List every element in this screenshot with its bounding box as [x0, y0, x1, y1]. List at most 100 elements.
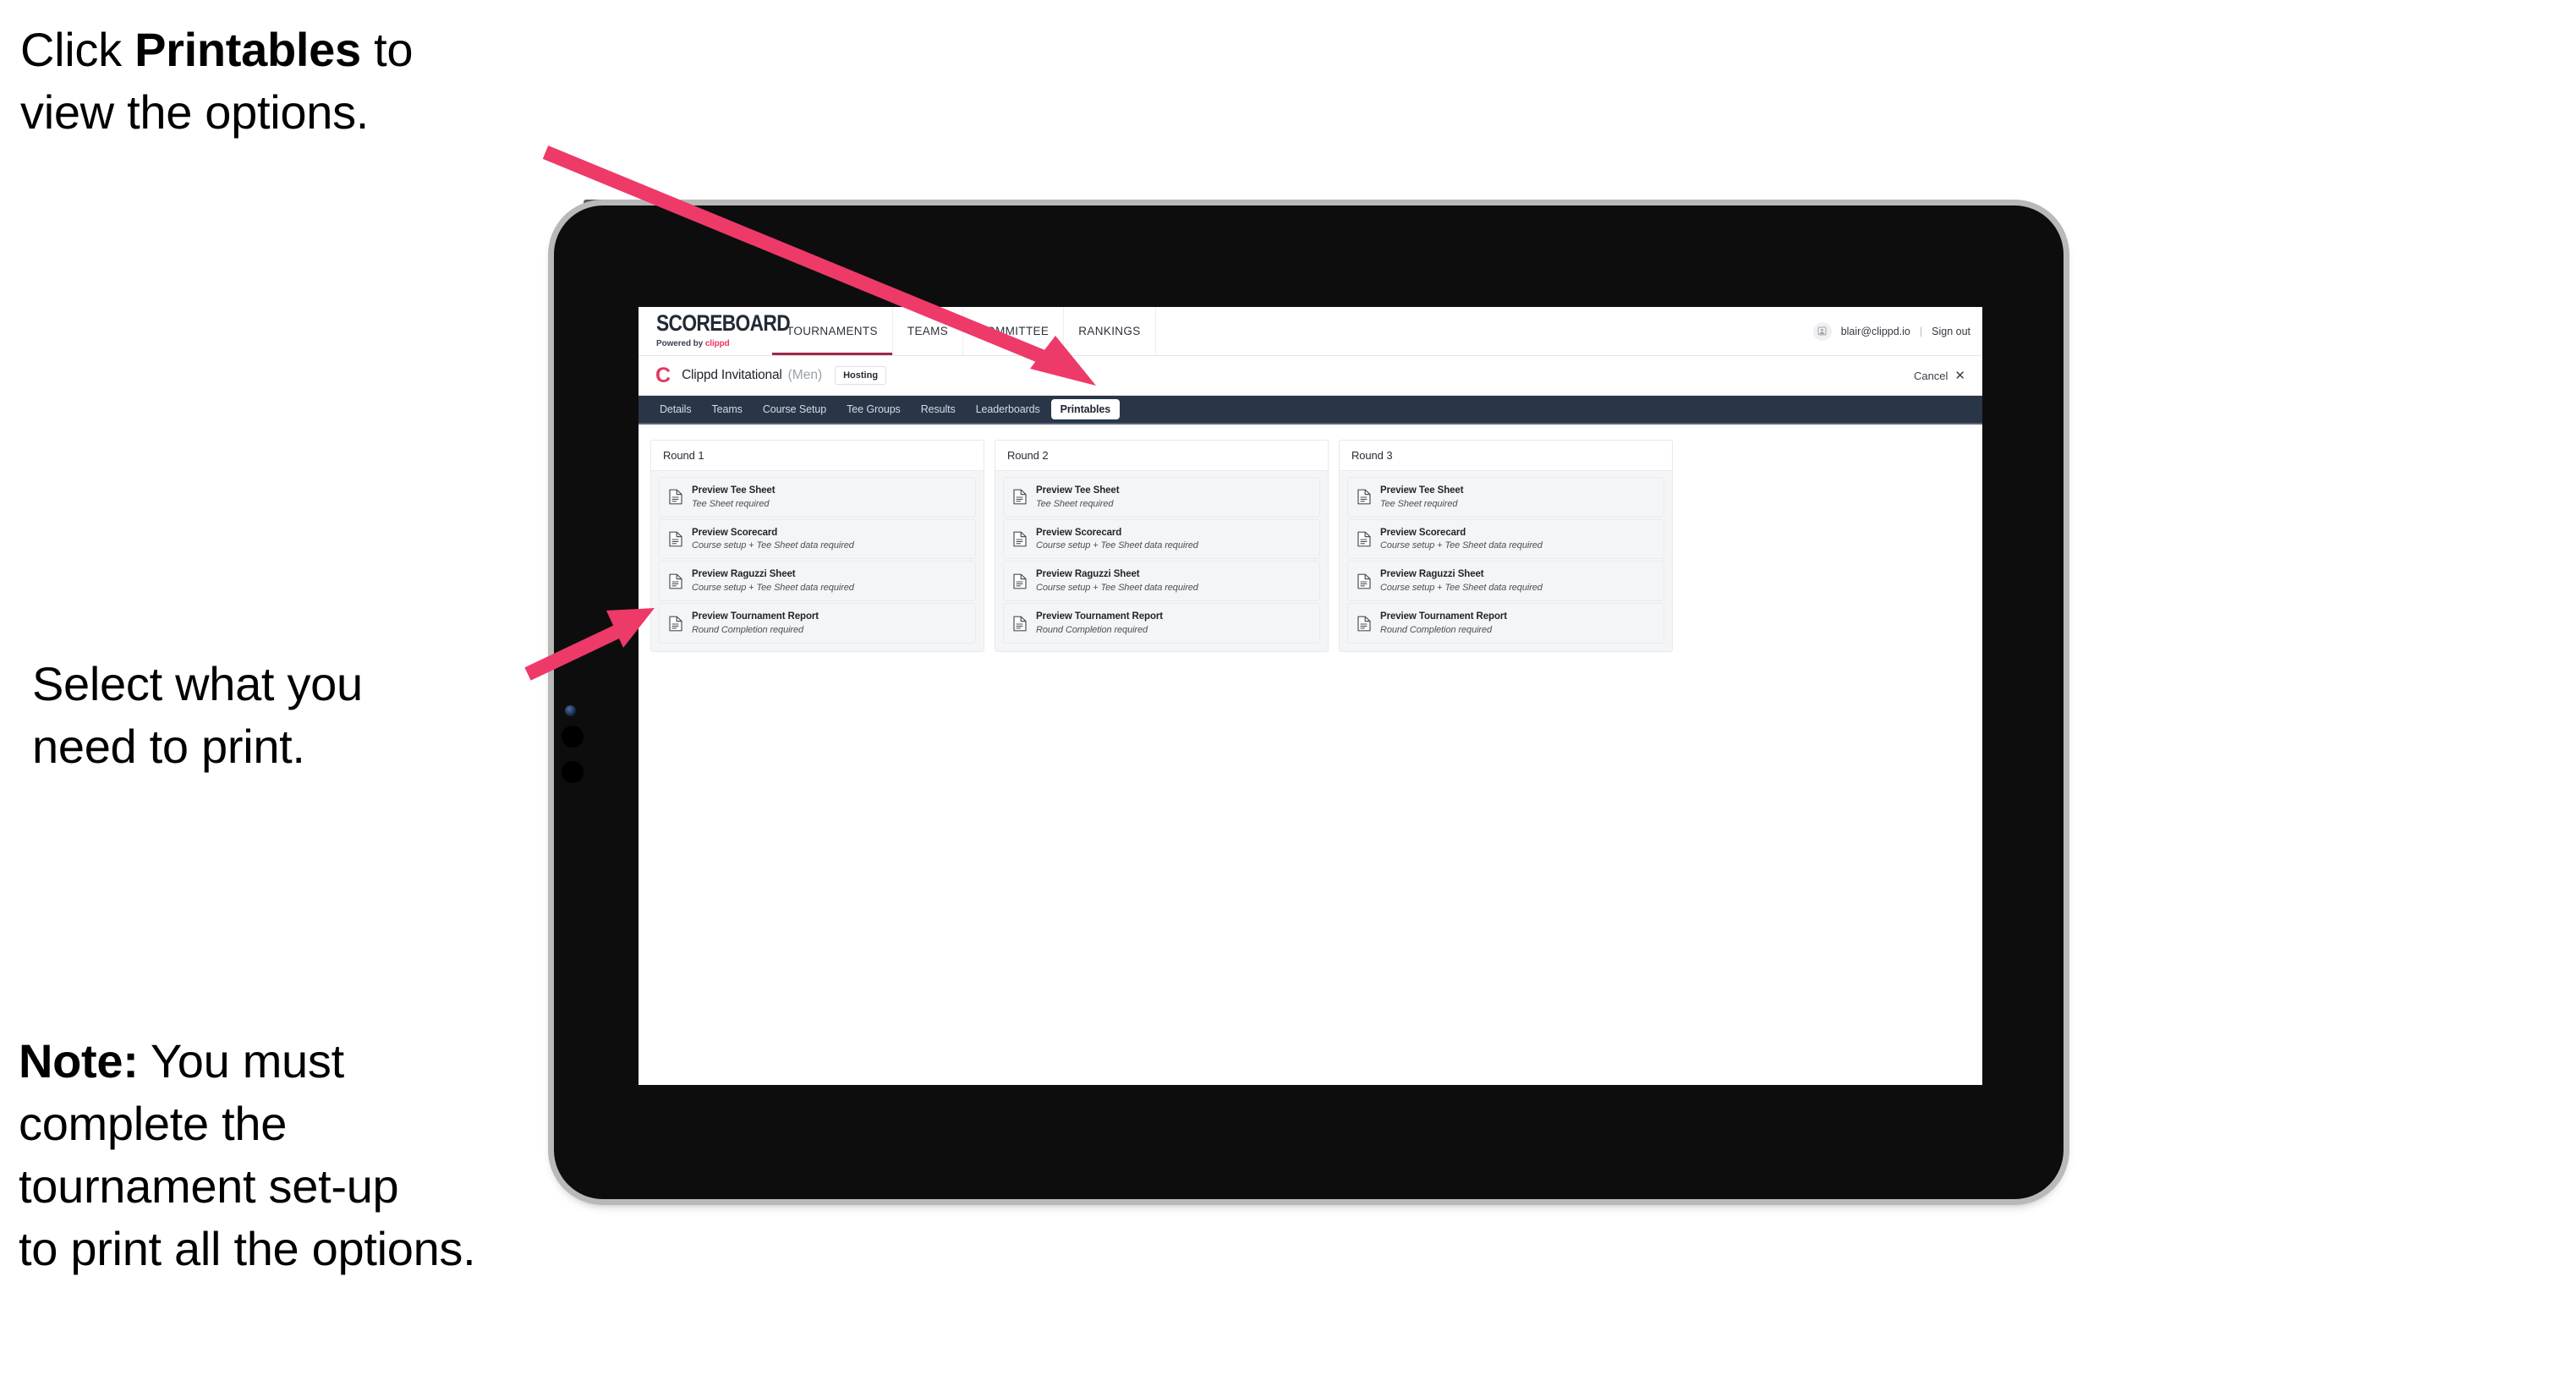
- printable-subtitle: Tee Sheet required: [1036, 498, 1114, 509]
- printable-title: Preview Tournament Report: [1380, 611, 1508, 622]
- printable-item-raguzzi-sheet[interactable]: Preview Raguzzi Sheet Course setup + Tee…: [1003, 561, 1320, 602]
- tab-details[interactable]: Details: [650, 399, 701, 419]
- printable-texts: Preview Tournament Report Round Completi…: [1380, 611, 1507, 635]
- status-badge: Hosting: [835, 366, 887, 385]
- printable-subtitle: Course setup + Tee Sheet data required: [692, 583, 854, 594]
- printable-item-scorecard[interactable]: Preview Scorecard Course setup + Tee She…: [1003, 518, 1320, 560]
- round-header: Round 3: [1340, 441, 1672, 471]
- printable-subtitle: Tee Sheet required: [1380, 498, 1458, 509]
- printable-texts: Preview Raguzzi Sheet Course setup + Tee…: [692, 569, 854, 593]
- camera-icon: [565, 705, 576, 716]
- user-email: blair@clippd.io: [1840, 325, 1910, 337]
- tab-printables[interactable]: Printables: [1050, 399, 1121, 419]
- document-icon: [1357, 489, 1371, 505]
- clippd-wordmark: clippd: [704, 339, 730, 348]
- callout-printables-prefix: Click: [20, 23, 135, 76]
- printable-item-raguzzi-sheet[interactable]: Preview Raguzzi Sheet Course setup + Tee…: [659, 561, 976, 602]
- nav-item-committee[interactable]: COMMITTEE: [963, 307, 1065, 355]
- tab-teams[interactable]: Teams: [703, 399, 752, 419]
- printable-item-tee-sheet[interactable]: Preview Tee Sheet Tee Sheet required: [1347, 477, 1664, 518]
- powered-by-text: Powered by: [656, 339, 705, 348]
- printable-texts: Preview Raguzzi Sheet Course setup + Tee…: [1036, 569, 1198, 593]
- printable-item-tournament-report[interactable]: Preview Tournament Report Round Completi…: [1347, 603, 1664, 644]
- tournament-name: Clippd Invitational: [682, 368, 782, 382]
- close-icon: ✕: [1954, 368, 1965, 383]
- avatar[interactable]: [1812, 321, 1832, 341]
- printable-subtitle: Course setup + Tee Sheet data required: [1380, 583, 1543, 594]
- printable-item-scorecard[interactable]: Preview Scorecard Course setup + Tee She…: [659, 518, 976, 560]
- tab-leaderboards[interactable]: Leaderboards: [967, 399, 1050, 419]
- document-icon: [1013, 489, 1027, 505]
- document-icon: [669, 489, 682, 505]
- printable-title: Preview Tee Sheet: [1380, 485, 1464, 496]
- printable-title: Preview Tee Sheet: [1036, 485, 1120, 496]
- printables-content: Round 1 Preview Tee Sheet Tee Sheet requ…: [639, 425, 1982, 1085]
- document-icon: [1357, 531, 1371, 547]
- document-icon: [1357, 573, 1371, 589]
- nav-item-tournaments[interactable]: TOURNAMENTS: [772, 307, 893, 355]
- printable-texts: Preview Scorecard Course setup + Tee She…: [692, 528, 854, 551]
- document-icon: [1013, 616, 1027, 631]
- printable-item-raguzzi-sheet[interactable]: Preview Raguzzi Sheet Course setup + Tee…: [1347, 561, 1664, 602]
- printable-texts: Preview Tee Sheet Tee Sheet required: [1380, 485, 1464, 509]
- printable-subtitle: Course setup + Tee Sheet data required: [1380, 540, 1543, 551]
- brand-logo[interactable]: SCOREBOARD Powered by clippd: [639, 307, 791, 355]
- printable-item-tee-sheet[interactable]: Preview Tee Sheet Tee Sheet required: [1003, 477, 1320, 518]
- printable-title: Preview Scorecard: [692, 527, 778, 538]
- round-column: Round 3 Preview Tee Sheet Tee Sheet requ…: [1339, 440, 1673, 652]
- callout-click-printables: Click Printables to view the options.: [20, 19, 595, 144]
- user-avatar-icon: [1817, 326, 1827, 336]
- tab-course-setup[interactable]: Course Setup: [754, 399, 836, 419]
- cancel-button[interactable]: Cancel ✕: [1914, 370, 1969, 382]
- printable-texts: Preview Tournament Report Round Completi…: [692, 611, 819, 635]
- document-icon: [669, 616, 682, 631]
- top-bar-user-area: blair@clippd.io | Sign out: [1812, 307, 1982, 355]
- document-icon: [669, 573, 682, 589]
- printable-texts: Preview Scorecard Course setup + Tee She…: [1036, 528, 1198, 551]
- printable-title: Preview Raguzzi Sheet: [1380, 569, 1484, 580]
- printable-subtitle: Course setup + Tee Sheet data required: [1036, 583, 1198, 594]
- tablet-screen: SCOREBOARD Powered by clippd TOURNAMENTS…: [639, 307, 1982, 1085]
- round-body: Preview Tee Sheet Tee Sheet required Pre…: [651, 471, 984, 651]
- tablet-button-volume-down[interactable]: [562, 761, 584, 783]
- tournament-tab-bar: Details Teams Course Setup Tee Groups Re…: [639, 396, 1982, 425]
- tablet-button-volume-up[interactable]: [562, 726, 584, 748]
- callout-printables-bold: Printables: [134, 23, 361, 76]
- printable-title: Preview Tournament Report: [692, 611, 819, 622]
- tab-results[interactable]: Results: [912, 399, 965, 419]
- printable-item-tournament-report[interactable]: Preview Tournament Report Round Completi…: [1003, 603, 1320, 644]
- printable-texts: Preview Tee Sheet Tee Sheet required: [1036, 485, 1120, 509]
- clippd-logo-icon: C: [655, 363, 671, 387]
- printable-title: Preview Tee Sheet: [692, 485, 776, 496]
- printable-title: Preview Raguzzi Sheet: [692, 569, 796, 580]
- top-navigation-bar: SCOREBOARD Powered by clippd TOURNAMENTS…: [639, 307, 1982, 356]
- round-header: Round 1: [651, 441, 984, 471]
- sign-out-link[interactable]: Sign out: [1932, 326, 1970, 337]
- printable-item-scorecard[interactable]: Preview Scorecard Course setup + Tee She…: [1347, 518, 1664, 560]
- printable-subtitle: Round Completion required: [692, 624, 804, 635]
- printable-subtitle: Round Completion required: [1380, 624, 1493, 635]
- tab-tee-groups[interactable]: Tee Groups: [837, 399, 910, 419]
- round-body: Preview Tee Sheet Tee Sheet required Pre…: [995, 471, 1328, 651]
- round-header: Round 2: [995, 441, 1328, 471]
- nav-item-rankings[interactable]: RANKINGS: [1064, 307, 1156, 355]
- document-icon: [669, 531, 682, 547]
- printable-item-tournament-report[interactable]: Preview Tournament Report Round Completi…: [659, 603, 976, 644]
- cancel-label: Cancel: [1913, 369, 1948, 382]
- printable-texts: Preview Raguzzi Sheet Course setup + Tee…: [1380, 569, 1543, 593]
- nav-item-teams[interactable]: TEAMS: [893, 307, 964, 355]
- document-icon: [1013, 531, 1027, 547]
- printable-title: Preview Raguzzi Sheet: [1036, 569, 1140, 580]
- printable-texts: Preview Scorecard Course setup + Tee She…: [1380, 528, 1543, 551]
- round-column: Round 1 Preview Tee Sheet Tee Sheet requ…: [650, 440, 984, 652]
- printable-item-tee-sheet[interactable]: Preview Tee Sheet Tee Sheet required: [659, 477, 976, 518]
- round-column: Round 2 Preview Tee Sheet Tee Sheet requ…: [995, 440, 1329, 652]
- printable-subtitle: Course setup + Tee Sheet data required: [692, 540, 854, 551]
- brand-title: SCOREBOARD: [656, 310, 791, 337]
- tournament-gender: (Men): [787, 368, 823, 382]
- printable-texts: Preview Tournament Report Round Completi…: [1036, 611, 1163, 635]
- callout-select-print: Select what you need to print.: [32, 657, 363, 773]
- printable-texts: Preview Tee Sheet Tee Sheet required: [692, 485, 776, 509]
- printable-title: Preview Tournament Report: [1036, 611, 1164, 622]
- document-icon: [1357, 616, 1371, 631]
